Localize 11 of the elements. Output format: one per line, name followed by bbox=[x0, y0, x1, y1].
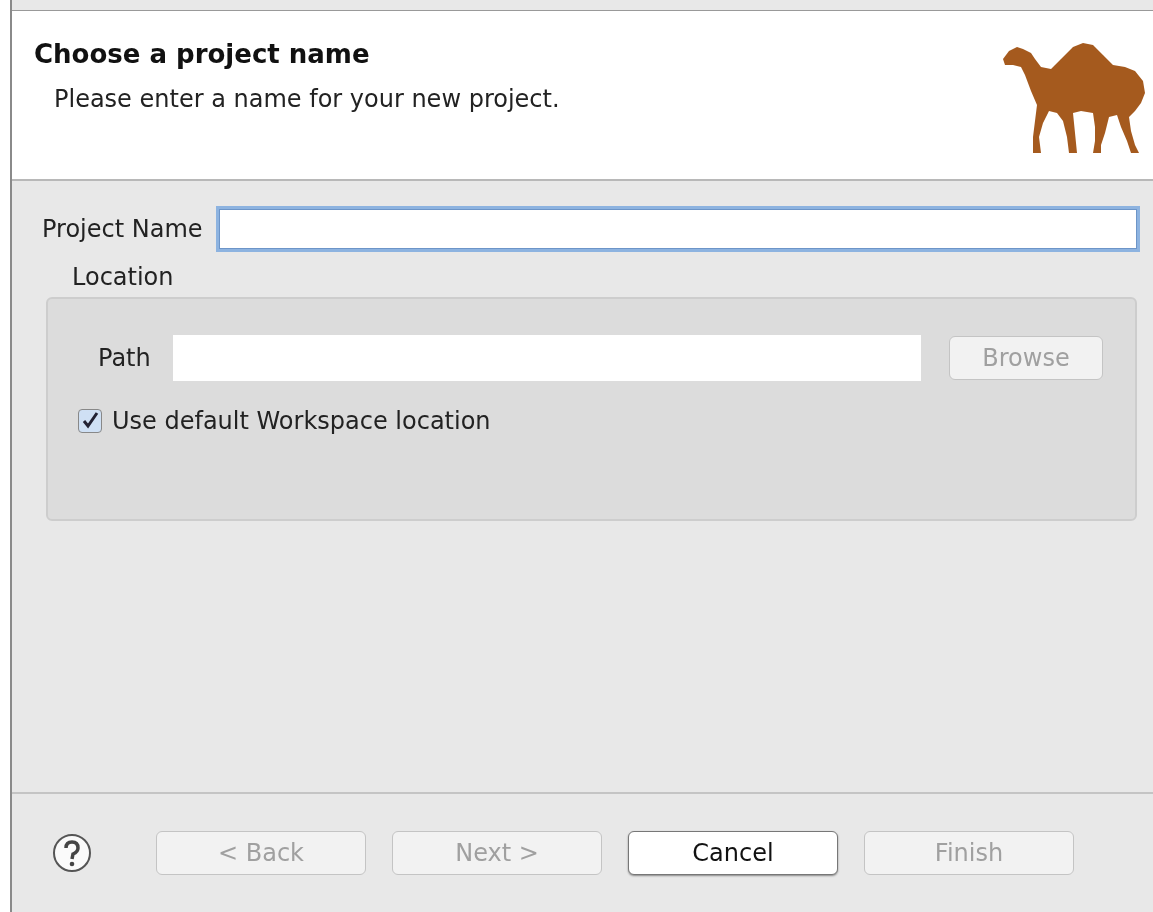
field-label: Path bbox=[98, 344, 151, 372]
project-name-field[interactable] bbox=[218, 209, 1137, 249]
dialog-button[interactable]: Cancel bbox=[628, 831, 838, 875]
help-icon[interactable] bbox=[52, 833, 92, 873]
group-label: Location bbox=[72, 263, 175, 291]
dialog-title: Choose a project name bbox=[34, 39, 371, 69]
path-field[interactable] bbox=[172, 335, 921, 381]
checkbox-label[interactable]: Use default Workspace location bbox=[112, 407, 491, 435]
checkbox[interactable] bbox=[78, 409, 102, 433]
field-label: Project Name bbox=[42, 215, 203, 243]
dialog-subtitle: Please enter a name for your new project. bbox=[54, 85, 560, 113]
